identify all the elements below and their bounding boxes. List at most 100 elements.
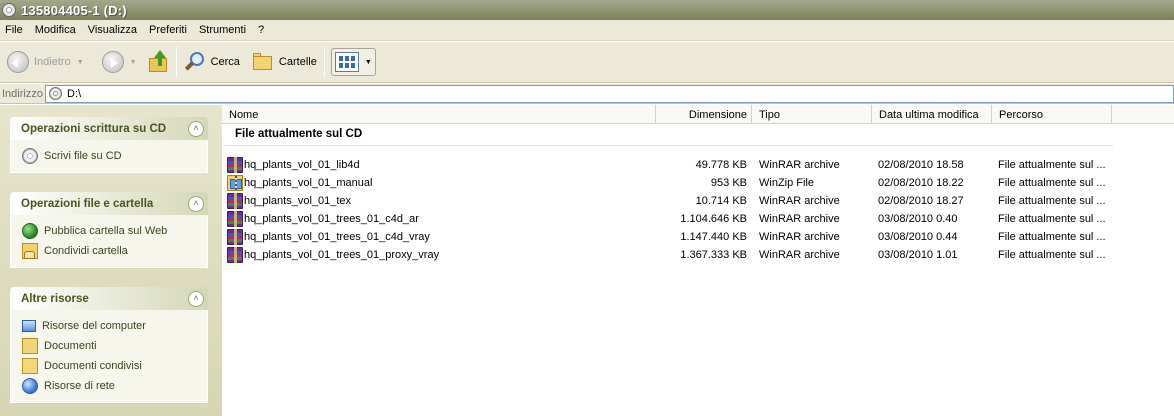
- place-my-computer[interactable]: Risorse del computer: [22, 316, 207, 336]
- column-header-modified[interactable]: Data ultima modifica: [872, 105, 992, 124]
- task-publish-web[interactable]: Pubblica cartella sul Web: [22, 221, 207, 241]
- file-row[interactable]: hq_plants_vol_01_trees_01_proxy_vray 1.36…: [222, 246, 1174, 264]
- place-label: Documenti condivisi: [44, 360, 142, 372]
- file-name: hq_plants_vol_01_trees_01_c4d_ar: [244, 213, 419, 225]
- cd-tasks-title: Operazioni scrittura su CD: [21, 122, 167, 135]
- file-type: WinRAR archive: [759, 159, 840, 171]
- file-path: File attualmente sul ...: [998, 159, 1106, 171]
- file-folder-tasks-body: Pubblica cartella sul Web Condividi cart…: [10, 215, 208, 268]
- cd-tasks-body: Scrivi file su CD: [10, 140, 208, 173]
- search-button[interactable]: Cerca: [181, 45, 243, 79]
- file-size: 10.714 KB: [695, 195, 747, 207]
- collapse-icon[interactable]: ˄: [188, 290, 204, 307]
- file-type: WinZip File: [759, 177, 815, 189]
- menu-bar: File Modifica Visualizza Preferiti Strum…: [0, 20, 1174, 41]
- views-button[interactable]: ▼: [330, 48, 376, 76]
- file-row[interactable]: hq_plants_vol_01_lib4d 49.778 KB WinRAR ar…: [222, 156, 1174, 174]
- file-name-cell: hq_plants_vol_01_trees_01_c4d_ar: [227, 210, 647, 228]
- file-row[interactable]: hq_plants_vol_01_trees_01_c4d_ar 1.104.64…: [222, 210, 1174, 228]
- forward-button[interactable]: ▼: [95, 45, 140, 79]
- menu-modifica[interactable]: Modifica: [29, 24, 82, 36]
- other-places-body: Risorse del computer Documenti Documenti…: [10, 310, 208, 403]
- publish-web-icon: [22, 223, 38, 239]
- views-icon: [334, 52, 359, 72]
- file-name: hq_plants_vol_01_trees_01_c4d_vray: [244, 231, 430, 243]
- menu-file[interactable]: File: [0, 24, 29, 36]
- file-folder-tasks-title: Operazioni file e cartella: [21, 197, 154, 210]
- views-dropdown-icon: ▼: [364, 58, 372, 66]
- folders-button[interactable]: Cartelle: [249, 45, 320, 79]
- file-name-cell: hq_plants_vol_01_manual: [227, 174, 647, 192]
- up-folder-button[interactable]: [144, 45, 172, 79]
- file-size: 1.104.646 KB: [680, 213, 747, 225]
- collapse-icon[interactable]: ˄: [188, 120, 204, 137]
- address-label: Indirizzo: [2, 87, 43, 100]
- file-size: 953 KB: [710, 177, 747, 189]
- file-modified: 02/08/2010 18.27: [878, 195, 964, 207]
- place-label: Documenti: [44, 340, 97, 352]
- task-label: Pubblica cartella sul Web: [44, 225, 168, 237]
- back-button[interactable]: Indietro ▼: [0, 45, 87, 79]
- file-list[interactable]: Nome Dimensione Tipo Data ultima modific…: [222, 105, 1174, 416]
- forward-arrow-icon: [101, 51, 124, 73]
- file-type: WinRAR archive: [759, 195, 840, 207]
- task-share-folder[interactable]: Condividi cartella: [22, 241, 207, 261]
- file-path: File attualmente sul ...: [998, 177, 1106, 189]
- network-places-icon: [22, 378, 38, 394]
- forward-dropdown-icon[interactable]: ▼: [130, 59, 137, 66]
- address-input[interactable]: D:\: [45, 84, 1174, 103]
- back-label: Indietro: [34, 56, 71, 68]
- place-network[interactable]: Risorse di rete: [22, 376, 207, 396]
- file-path: File attualmente sul ...: [998, 195, 1106, 207]
- file-name: hq_plants_vol_01_tex: [244, 195, 352, 207]
- file-name: hq_plants_vol_01_trees_01_proxy_vray: [244, 249, 440, 261]
- window-title: 135804405-1 (D:): [21, 2, 127, 18]
- file-modified: 03/08/2010 0.40: [878, 213, 958, 225]
- file-folder-tasks-header[interactable]: Operazioni file e cartella ˄: [10, 192, 208, 215]
- menu-help[interactable]: ?: [252, 24, 270, 36]
- up-folder-icon: [147, 50, 169, 74]
- file-folder-tasks-group: Operazioni file e cartella ˄ Pubblica ca…: [10, 192, 208, 268]
- file-name-cell: hq_plants_vol_01_trees_01_c4d_vray: [227, 228, 647, 246]
- file-modified: 02/08/2010 18.58: [878, 159, 964, 171]
- file-modified: 03/08/2010 0.44: [878, 231, 958, 243]
- file-name-cell: hq_plants_vol_01_lib4d: [227, 156, 647, 174]
- menu-preferiti[interactable]: Preferiti: [143, 24, 193, 36]
- winrar-archive-icon: [227, 193, 243, 209]
- cd-drive-icon: [2, 3, 16, 17]
- place-shared-documents[interactable]: Documenti condivisi: [22, 356, 207, 376]
- column-header-name[interactable]: Nome: [222, 105, 656, 124]
- file-size: 49.778 KB: [695, 159, 747, 171]
- file-size: 1.147.440 KB: [680, 231, 747, 243]
- toolbar: Indietro ▼ ▼ Cerca Cartelle ▼: [0, 42, 1174, 83]
- place-documents[interactable]: Documenti: [22, 336, 207, 356]
- column-header-type[interactable]: Tipo: [752, 105, 872, 124]
- other-places-group: Altre risorse ˄ Risorse del computer Doc…: [10, 287, 208, 403]
- file-name: hq_plants_vol_01_manual: [244, 177, 373, 189]
- group-header: File attualmente sul CD: [235, 128, 363, 140]
- other-places-header[interactable]: Altre risorse ˄: [10, 287, 208, 310]
- column-headers: Nome Dimensione Tipo Data ultima modific…: [222, 105, 1174, 124]
- back-dropdown-icon[interactable]: ▼: [77, 59, 84, 66]
- group-divider: [225, 145, 1113, 146]
- file-row[interactable]: hq_plants_vol_01_manual 953 KB WinZip File…: [222, 174, 1174, 192]
- file-type: WinRAR archive: [759, 213, 840, 225]
- column-header-path[interactable]: Percorso: [992, 105, 1112, 124]
- task-write-cd[interactable]: Scrivi file su CD: [22, 146, 207, 166]
- file-type: WinRAR archive: [759, 249, 840, 261]
- cd-tasks-header[interactable]: Operazioni scrittura su CD ˄: [10, 117, 208, 140]
- menu-visualizza[interactable]: Visualizza: [82, 24, 143, 36]
- column-header-size[interactable]: Dimensione: [656, 105, 752, 124]
- title-bar[interactable]: 135804405-1 (D:): [0, 0, 1174, 20]
- file-row[interactable]: hq_plants_vol_01_tex 10.714 KB WinRAR arch…: [222, 192, 1174, 210]
- file-row[interactable]: hq_plants_vol_01_trees_01_c4d_vray 1.147.…: [222, 228, 1174, 246]
- other-places-title: Altre risorse: [21, 292, 89, 305]
- task-label: Condividi cartella: [44, 245, 128, 257]
- cd-write-icon: [22, 148, 38, 164]
- menu-strumenti[interactable]: Strumenti: [193, 24, 252, 36]
- file-modified: 03/08/2010 1.01: [878, 249, 958, 261]
- folders-icon: [252, 52, 274, 72]
- collapse-icon[interactable]: ˄: [188, 195, 204, 212]
- winrar-archive-icon: [227, 247, 243, 263]
- shared-documents-icon: [22, 358, 38, 374]
